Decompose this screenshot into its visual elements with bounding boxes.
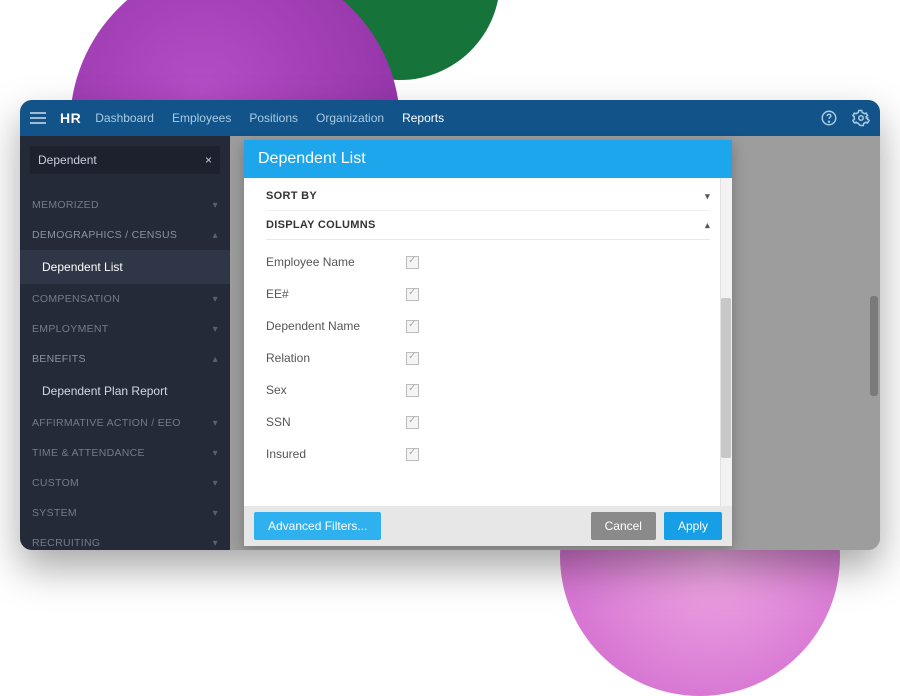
sidebar-cat-aa-eeo[interactable]: AFFIRMATIVE ACTION / EEO ▾	[20, 408, 230, 438]
checkbox-employee-name[interactable]	[406, 256, 419, 269]
sidebar-cat-system[interactable]: SYSTEM ▾	[20, 498, 230, 528]
sidebar-item-dependent-plan-report[interactable]: Dependent Plan Report	[20, 374, 230, 408]
report-config-dialog: Dependent List SORT BY ▾ DISPLAY COLUMNS…	[244, 140, 732, 546]
caret-down-icon: ▾	[705, 191, 710, 202]
help-icon[interactable]	[820, 109, 838, 127]
checkbox-insured[interactable]	[406, 448, 419, 461]
apply-button[interactable]: Apply	[664, 512, 722, 540]
gear-icon[interactable]	[852, 109, 870, 127]
nav-reports[interactable]: Reports	[402, 111, 444, 125]
sidebar-cat-demographics[interactable]: DEMOGRAPHICS / CENSUS ▴	[20, 220, 230, 250]
chevron-up-icon: ▴	[213, 354, 218, 365]
column-row-employee-name: Employee Name	[266, 246, 710, 278]
dialog-footer: Advanced Filters... Cancel Apply	[244, 506, 732, 546]
column-row-dependent-name: Dependent Name	[266, 310, 710, 342]
sidebar-item-dependent-list[interactable]: Dependent List	[20, 250, 230, 284]
column-row-sex: Sex	[266, 374, 710, 406]
nav-organization[interactable]: Organization	[316, 111, 384, 125]
top-nav: Dashboard Employees Positions Organizati…	[95, 111, 444, 125]
main-area: Dependent List SORT BY ▾ DISPLAY COLUMNS…	[230, 136, 880, 550]
checkbox-sex[interactable]	[406, 384, 419, 397]
chevron-down-icon: ▾	[213, 478, 218, 489]
checkbox-ssn[interactable]	[406, 416, 419, 429]
topbar: HR Dashboard Employees Positions Organiz…	[20, 100, 880, 136]
nav-dashboard[interactable]: Dashboard	[95, 111, 154, 125]
section-sort-by[interactable]: SORT BY ▾	[266, 188, 710, 210]
chevron-up-icon: ▴	[213, 230, 218, 241]
column-row-ee-number: EE#	[266, 278, 710, 310]
section-display-columns[interactable]: DISPLAY COLUMNS ▴	[266, 210, 710, 239]
app-window: HR Dashboard Employees Positions Organiz…	[20, 100, 880, 550]
column-row-insured: Insured	[266, 438, 710, 470]
chevron-down-icon: ▾	[213, 200, 218, 211]
sidebar-search[interactable]: Dependent ×	[30, 146, 220, 174]
chevron-down-icon: ▾	[213, 448, 218, 459]
brand-label: HR	[60, 110, 81, 126]
chevron-down-icon: ▾	[213, 508, 218, 519]
sidebar-cat-recruiting[interactable]: RECRUITING ▾	[20, 528, 230, 550]
reports-sidebar: Dependent × MEMORIZED ▾ DEMOGRAPHICS / C…	[20, 136, 230, 550]
menu-icon[interactable]	[30, 112, 46, 124]
nav-employees[interactable]: Employees	[172, 111, 231, 125]
chevron-down-icon: ▾	[213, 294, 218, 305]
chevron-down-icon: ▾	[213, 324, 218, 335]
chevron-down-icon: ▾	[213, 418, 218, 429]
column-row-ssn: SSN	[266, 406, 710, 438]
dialog-scrollbar-track[interactable]	[720, 178, 732, 506]
main-scrollbar[interactable]	[870, 176, 878, 528]
nav-positions[interactable]: Positions	[249, 111, 298, 125]
checkbox-relation[interactable]	[406, 352, 419, 365]
sidebar-cat-compensation[interactable]: COMPENSATION ▾	[20, 284, 230, 314]
main-scrollbar-thumb[interactable]	[870, 296, 878, 396]
advanced-filters-button[interactable]: Advanced Filters...	[254, 512, 381, 540]
dialog-title: Dependent List	[244, 140, 732, 178]
sidebar-cat-time-attendance[interactable]: TIME & ATTENDANCE ▾	[20, 438, 230, 468]
sidebar-search-value: Dependent	[38, 153, 97, 167]
sidebar-cat-custom[interactable]: CUSTOM ▾	[20, 468, 230, 498]
sidebar-cat-employment[interactable]: EMPLOYMENT ▾	[20, 314, 230, 344]
divider	[266, 239, 710, 240]
cancel-button[interactable]: Cancel	[591, 512, 656, 540]
sidebar-cat-memorized[interactable]: MEMORIZED ▾	[20, 190, 230, 220]
clear-search-icon[interactable]: ×	[205, 153, 212, 167]
checkbox-ee-number[interactable]	[406, 288, 419, 301]
sidebar-cat-benefits[interactable]: BENEFITS ▴	[20, 344, 230, 374]
caret-up-icon: ▴	[705, 220, 710, 231]
chevron-down-icon: ▾	[213, 538, 218, 549]
checkbox-dependent-name[interactable]	[406, 320, 419, 333]
column-row-relation: Relation	[266, 342, 710, 374]
dialog-scrollbar-thumb[interactable]	[721, 298, 731, 458]
dialog-body: SORT BY ▾ DISPLAY COLUMNS ▴ Employee Nam…	[244, 178, 732, 506]
